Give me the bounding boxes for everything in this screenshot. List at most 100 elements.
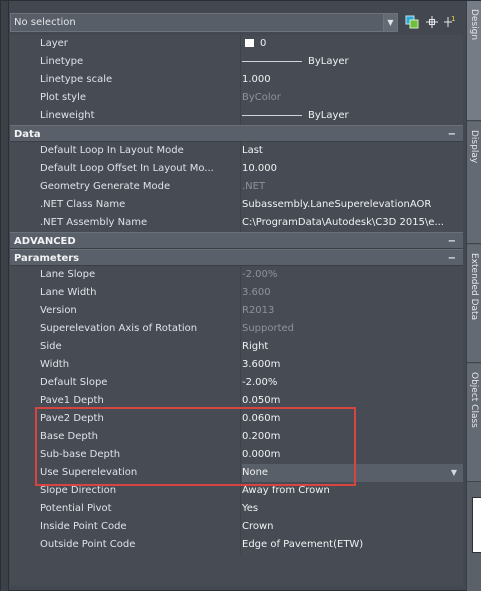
column-divider: [240, 374, 241, 392]
property-value-text: Yes: [242, 503, 259, 514]
property-row[interactable]: .NET Class Name Subassembly.LaneSuperelev…: [10, 196, 463, 214]
property-value[interactable]: ByColor: [242, 89, 463, 107]
property-value[interactable]: 0.050m: [242, 392, 463, 410]
toggle-pickadd-icon[interactable]: 1: [442, 14, 458, 30]
property-row[interactable]: Superelevation Axis of Rotation Supported: [10, 320, 463, 338]
property-row[interactable]: Width 3.600m: [10, 356, 463, 374]
property-row[interactable]: Outside Point Code Edge of Pavement(ETW): [10, 536, 463, 554]
property-row[interactable]: Default Loop In Layout Mode Last: [10, 142, 463, 160]
property-row[interactable]: Linetype scale 1.000: [10, 71, 463, 89]
property-value[interactable]: Crown: [242, 518, 463, 536]
column-divider: [240, 160, 241, 178]
column-divider: [240, 196, 241, 214]
object-type-selector[interactable]: No selection ▼: [10, 13, 398, 32]
property-value[interactable]: -2.00%: [242, 266, 463, 284]
property-value[interactable]: Supported: [242, 320, 463, 338]
property-value-text: C:\ProgramData\Autodesk\C3D 2015\e...: [242, 217, 444, 228]
property-value[interactable]: 1.000: [242, 71, 463, 89]
property-value[interactable]: ByLayer: [242, 53, 463, 71]
property-label: Pave1 Depth: [40, 395, 104, 406]
tab-object-class[interactable]: Object Class: [467, 364, 481, 482]
property-value[interactable]: -2.00%: [242, 374, 463, 392]
property-value[interactable]: 3.600m: [242, 356, 463, 374]
section-header-advanced[interactable]: ADVANCED −: [10, 232, 463, 249]
property-label: Default Slope: [40, 377, 108, 388]
property-row[interactable]: Lane Slope -2.00%: [10, 266, 463, 284]
object-type-value: No selection: [14, 17, 76, 28]
property-value-text: 0.050m: [242, 395, 281, 406]
section-header-parameters[interactable]: Parameters −: [10, 249, 463, 266]
property-row[interactable]: Sub-base Depth 0.000m: [10, 446, 463, 464]
tab-design[interactable]: Design: [467, 1, 481, 121]
property-row[interactable]: Lineweight ByLayer: [10, 107, 463, 125]
property-value-text: 0.000m: [242, 449, 281, 460]
parameters-group: Lane Slope -2.00% Lane Width 3.600 Version R2…: [10, 266, 463, 554]
column-divider: [240, 356, 241, 374]
property-row[interactable]: Linetype ByLayer: [10, 53, 463, 71]
property-value[interactable]: C:\ProgramData\Autodesk\C3D 2015\e...: [242, 214, 463, 232]
property-value[interactable]: Right: [242, 338, 463, 356]
property-label: Lane Width: [40, 287, 97, 298]
property-row[interactable]: Default Slope -2.00%: [10, 374, 463, 392]
property-row[interactable]: Layer 0: [10, 35, 463, 53]
chevron-down-icon[interactable]: ▼: [383, 14, 397, 31]
property-row[interactable]: Plot style ByColor: [10, 89, 463, 107]
property-value[interactable]: .NET: [242, 178, 463, 196]
select-objects-icon[interactable]: [424, 14, 440, 30]
palette-title-strip[interactable]: [1, 1, 9, 591]
property-value[interactable]: Subassembly.LaneSuperelevationAOR: [242, 196, 463, 214]
section-header-data[interactable]: Data −: [10, 125, 463, 142]
quick-select-icon[interactable]: [404, 14, 420, 30]
property-value[interactable]: R2013: [242, 302, 463, 320]
property-value-text: ByColor: [242, 92, 281, 103]
property-value[interactable]: 10.000: [242, 160, 463, 178]
property-row[interactable]: Geometry Generate Mode .NET: [10, 178, 463, 196]
property-row[interactable]: Default Loop Offset In Layout Mo... 10.00…: [10, 160, 463, 178]
column-divider: [240, 410, 241, 428]
property-value-text: 0.200m: [242, 431, 281, 442]
property-value[interactable]: 0.200m: [242, 428, 463, 446]
column-divider: [240, 338, 241, 356]
property-label: Lineweight: [40, 110, 95, 121]
property-label: Linetype scale: [40, 74, 113, 85]
property-value[interactable]: Yes: [242, 500, 463, 518]
property-row[interactable]: Slope Direction Away from Crown: [10, 482, 463, 500]
tab-extended-data[interactable]: Extended Data: [467, 245, 481, 363]
property-row[interactable]: .NET Assembly Name C:\ProgramData\Autodes…: [10, 214, 463, 232]
column-divider: [240, 53, 241, 71]
property-value[interactable]: Away from Crown: [242, 482, 463, 500]
property-row[interactable]: Pave1 Depth 0.050m: [10, 392, 463, 410]
column-divider: [240, 302, 241, 320]
property-row[interactable]: Lane Width 3.600: [10, 284, 463, 302]
chevron-down-icon[interactable]: ▼: [451, 464, 457, 482]
property-value-text: Edge of Pavement(ETW): [242, 539, 364, 550]
svg-text:1: 1: [451, 15, 455, 23]
property-value[interactable]: 0.000m: [242, 446, 463, 464]
line-preview: [242, 114, 302, 116]
property-label: Side: [40, 341, 62, 352]
section-title: ADVANCED: [14, 236, 76, 247]
collapse-icon[interactable]: −: [448, 250, 456, 267]
property-label: Pave2 Depth: [40, 413, 104, 424]
property-row[interactable]: Potential Pivot Yes: [10, 500, 463, 518]
property-value[interactable]: 3.600: [242, 284, 463, 302]
collapse-icon[interactable]: −: [448, 233, 456, 250]
property-dropdown[interactable]: None ▼: [242, 464, 463, 482]
data-group: Default Loop In Layout Mode Last Default L…: [10, 142, 463, 232]
property-row[interactable]: Use Superelevation None ▼: [10, 464, 463, 482]
property-value[interactable]: Last: [242, 142, 463, 160]
property-row[interactable]: Pave2 Depth 0.060m: [10, 410, 463, 428]
property-row[interactable]: Version R2013: [10, 302, 463, 320]
property-value-text: ByLayer: [308, 110, 349, 121]
collapse-icon[interactable]: −: [448, 126, 456, 143]
tab-display[interactable]: Display: [467, 122, 481, 244]
property-row[interactable]: Base Depth 0.200m: [10, 428, 463, 446]
property-value[interactable]: 0.060m: [242, 410, 463, 428]
property-row[interactable]: Inside Point Code Crown: [10, 518, 463, 536]
property-value[interactable]: ByLayer: [242, 107, 463, 125]
property-value[interactable]: 0: [242, 35, 463, 53]
column-divider: [240, 284, 241, 302]
tab-label: Object Class: [469, 372, 479, 428]
property-value[interactable]: Edge of Pavement(ETW): [242, 536, 463, 554]
property-row[interactable]: Side Right: [10, 338, 463, 356]
